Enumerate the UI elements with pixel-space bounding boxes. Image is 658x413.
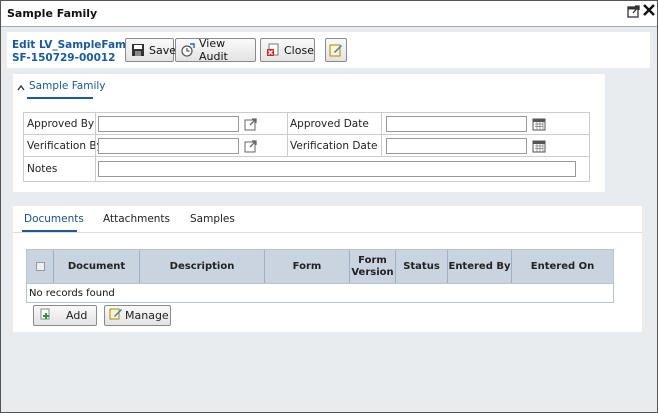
manage-button[interactable]: Manage [104, 305, 171, 326]
tab-attachments[interactable]: Attachments [103, 213, 170, 225]
audit-icon [181, 43, 195, 57]
window-title: Sample Family [7, 7, 98, 20]
verification-by-input[interactable] [98, 138, 239, 154]
approval-form: Approved By Approved Date Verification B… [23, 112, 590, 182]
verification-date-label: Verification Date [290, 140, 378, 152]
save-label: Save [149, 43, 177, 57]
verification-date-input[interactable] [386, 138, 527, 154]
save-button[interactable]: Save [125, 38, 177, 62]
col-document[interactable]: Document [54, 250, 140, 283]
calendar-icon[interactable] [532, 117, 546, 131]
col-form-version[interactable]: Form Version [350, 250, 396, 283]
approved-by-input[interactable] [98, 116, 239, 132]
approved-date-label: Approved Date [290, 118, 369, 130]
tab-documents[interactable]: Documents [24, 213, 84, 225]
documents-panel: Documents Attachments Samples Document D… [13, 206, 642, 332]
open-link-icon[interactable] [244, 139, 258, 153]
close-doc-icon [266, 43, 280, 57]
section-tab-sample-family[interactable]: Sample Family [17, 80, 106, 92]
record-id: SF-150729-00012 [12, 52, 116, 64]
form-row-approved: Approved By Approved Date [24, 113, 589, 135]
sample-family-panel: Sample Family Approved By Approved Date [13, 74, 605, 192]
edit-note-button[interactable] [325, 38, 347, 62]
grid-header: Document Description Form Form Version S… [27, 250, 613, 283]
section-tab-indicator [27, 97, 93, 99]
close-button[interactable]: Close [260, 38, 315, 62]
calendar-icon[interactable] [532, 139, 546, 153]
record-title: Edit LV_SampleFamily SF-150729-00012 [12, 39, 140, 65]
close-label: Close [284, 43, 314, 57]
title-bar: Sample Family [1, 1, 657, 27]
col-form[interactable]: Form [265, 250, 350, 283]
dialog-window: Sample Family Edit LV_SampleFamily SF-15… [0, 0, 658, 413]
tab-samples[interactable]: Samples [190, 213, 235, 225]
add-icon [40, 308, 52, 323]
add-label: Add [66, 309, 88, 322]
form-row-verification: Verification By Verification Date [24, 135, 589, 157]
view-audit-button[interactable]: View Audit [175, 37, 256, 63]
save-icon [131, 43, 145, 57]
close-icon[interactable] [642, 3, 656, 17]
view-audit-label: View Audit [199, 37, 228, 63]
select-all-checkbox[interactable] [35, 262, 45, 271]
approved-by-label: Approved By [27, 118, 95, 130]
form-row-notes: Notes [24, 157, 589, 181]
record-edit-label: Edit LV_SampleFamily [12, 39, 141, 51]
documents-grid: Document Description Form Form Version S… [26, 249, 614, 303]
grid-empty-message: No records found [27, 283, 613, 302]
section-tab-label: Sample Family [29, 80, 106, 92]
col-entered-on[interactable]: Entered On [512, 250, 613, 283]
chevron-up-icon[interactable] [17, 83, 25, 91]
edit-note-icon [329, 43, 343, 57]
select-all-cell [27, 250, 54, 283]
open-link-icon[interactable] [244, 117, 258, 131]
approved-date-input[interactable] [386, 116, 527, 132]
detail-tabs: Documents Attachments Samples [13, 206, 642, 233]
notes-label: Notes [27, 163, 58, 175]
col-description[interactable]: Description [140, 250, 265, 283]
restore-icon[interactable] [627, 4, 641, 18]
record-toolbar: Edit LV_SampleFamily SF-150729-00012 Sav… [7, 32, 650, 68]
manage-icon [109, 308, 123, 323]
col-status[interactable]: Status [396, 250, 448, 283]
verification-by-label: Verification By [27, 140, 103, 152]
active-tab-indicator [22, 230, 77, 232]
add-button[interactable]: Add [33, 305, 97, 326]
notes-input[interactable] [98, 161, 576, 177]
col-entered-by[interactable]: Entered By [448, 250, 512, 283]
manage-label: Manage [125, 309, 169, 322]
